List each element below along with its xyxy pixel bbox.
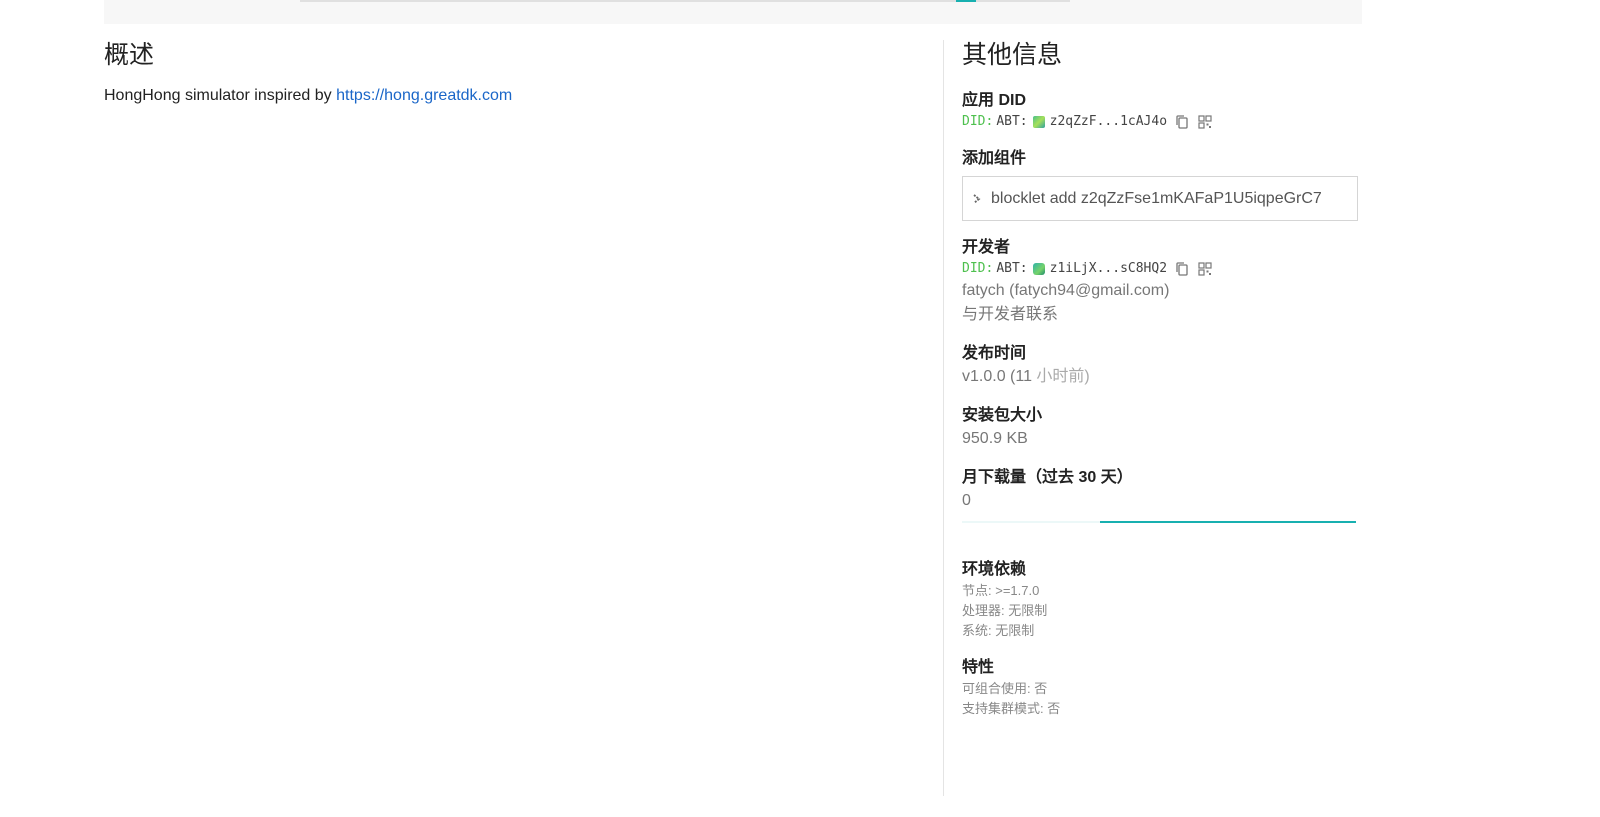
add-component-section: 添加组件 blocklet add z2qZzFse1mKAFaP1U5iqpe… [962,148,1362,221]
add-component-command: blocklet add z2qZzFse1mKAFaP1U5iqpeGrC7 [991,189,1322,207]
env-os: 系统: 无限制 [962,623,1035,638]
developer-name: fatych (fatych94@gmail.com) [962,282,1170,299]
release-version: v1.0.0 (11 [962,368,1032,385]
downloads-section: 月下载量（过去 30 天） 0 [962,467,1362,543]
gallery-indicator[interactable] [956,0,976,2]
release-ago: 小时前) [1036,368,1090,385]
app-did-row: DID: ABT: z2qZzF...1cAJ4o [962,112,1362,132]
overview-title: 概述 [104,41,155,69]
app-did-label: 应用 DID [962,92,1027,109]
package-size-label: 安装包大小 [962,407,1043,424]
app-did-value: z2qZzF...1cAJ4o [1049,114,1168,129]
overview-link[interactable]: https://hong.greatdk.com [336,87,512,104]
env-label: 环境依赖 [962,561,1027,578]
downloads-sparkline [962,513,1358,543]
env-section: 环境依赖 节点: >=1.7.0 处理器: 无限制 系统: 无限制 [962,559,1362,641]
did-type: ABT: [996,114,1028,129]
add-component-label: 添加组件 [962,150,1027,167]
features-section: 特性 可组合使用: 否 支持集群模式: 否 [962,657,1362,719]
copy-icon[interactable] [1174,114,1190,130]
qrcode-icon[interactable] [1197,114,1213,130]
overview-text: HongHong simulator inspired by [104,87,332,104]
other-info-title: 其他信息 [962,41,1063,69]
package-size-section: 安装包大小 950.9 KB [962,405,1362,451]
add-component-command-box[interactable]: blocklet add z2qZzFse1mKAFaP1U5iqpeGrC7 [962,176,1358,221]
release-section: 发布时间 v1.0.0 (11 小时前) [962,343,1362,389]
feature-composable: 可组合使用: 否 [962,681,1048,696]
did-type: ABT: [996,261,1028,276]
qrcode-icon[interactable] [1197,261,1213,277]
terminal-prompt-icon [971,191,983,207]
app-did-section: 应用 DID DID: ABT: z2qZzF...1cAJ4o [962,90,1362,132]
contact-developer-link[interactable]: 与开发者联系 [962,303,1362,327]
developer-section: 开发者 DID: ABT: z1iLjX...sC8HQ2 fatych (fa… [962,237,1362,327]
copy-icon[interactable] [1174,261,1190,277]
gallery-track [300,0,1070,2]
other-info-panel: 其他信息 应用 DID DID: ABT: z2qZzF...1cAJ4o 添加… [962,38,1362,735]
developer-did-value: z1iLjX...sC8HQ2 [1049,261,1168,276]
overview-section: 概述 HongHong simulator inspired by https:… [104,38,924,108]
release-label: 发布时间 [962,345,1027,362]
did-prefix: DID: [962,261,994,276]
overview-description: HongHong simulator inspired by https://h… [104,84,924,108]
developer-avatar-icon [1032,263,1045,275]
env-cpu: 处理器: 无限制 [962,603,1048,618]
downloads-label: 月下载量（过去 30 天） [962,469,1133,486]
features-label: 特性 [962,659,995,676]
downloads-value: 0 [962,492,971,509]
env-node: 节点: >=1.7.0 [962,583,1040,598]
package-size-value: 950.9 KB [962,430,1028,447]
top-gallery-strip [104,0,1362,24]
developer-did-row: DID: ABT: z1iLjX...sC8HQ2 [962,259,1362,279]
did-avatar-icon [1032,116,1045,128]
release-value: v1.0.0 (11 小时前) [962,365,1362,389]
downloads-sparkline-svg [962,521,1356,523]
did-prefix: DID: [962,114,994,129]
developer-label: 开发者 [962,239,1011,256]
feature-cluster: 支持集群模式: 否 [962,701,1061,716]
column-divider [943,40,944,796]
